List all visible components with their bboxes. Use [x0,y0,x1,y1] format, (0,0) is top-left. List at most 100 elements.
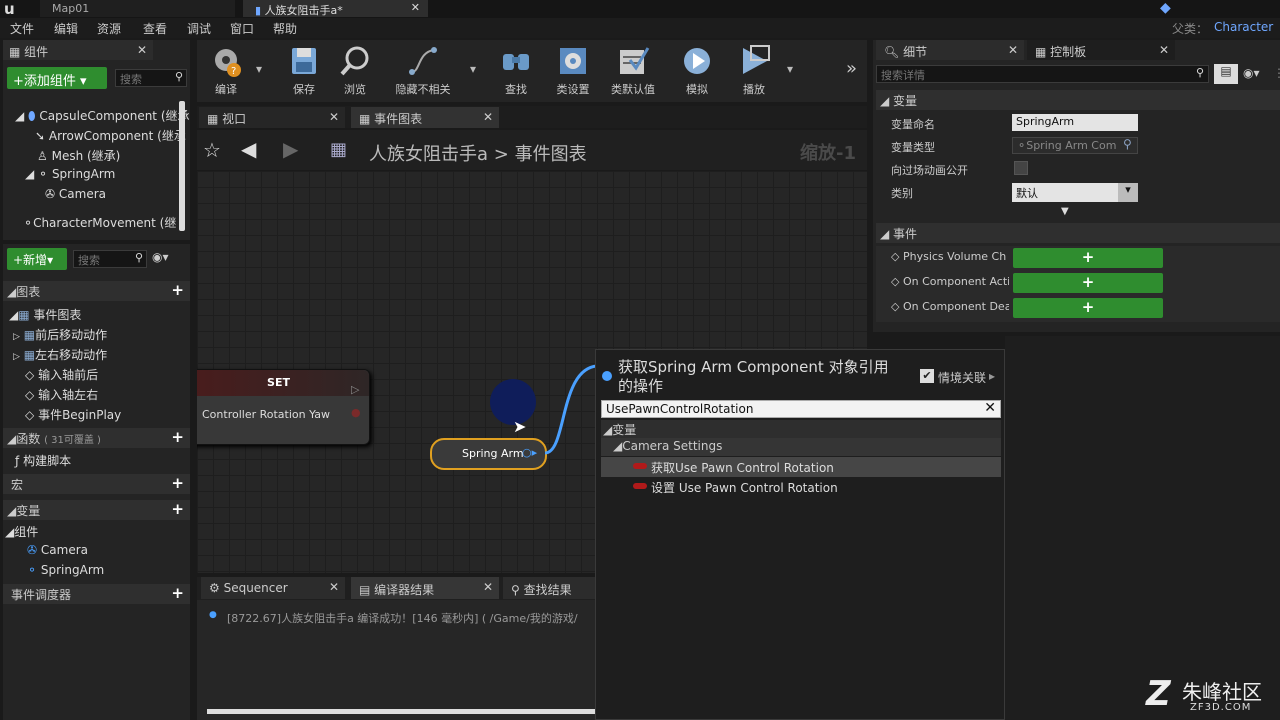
compile-button[interactable]: ? 编译 [197,42,255,98]
class-settings-button[interactable]: 类设置 [544,42,602,98]
tree-item-arrow[interactable]: ➘ ArrowComponent (继承 [35,127,186,144]
tab-blueprint[interactable]: ▮ 人族女阻击手a* ✕ [243,0,428,17]
section-variables[interactable]: ◢变量 + [3,500,190,520]
section-graphs[interactable]: ◢图表 + [3,281,190,301]
close-icon[interactable]: ✕ [483,580,493,594]
section-functions[interactable]: ◢函数 ( 31可覆盖 ) + [3,428,190,448]
breadcrumb-root[interactable]: 人族女阻击手a [369,144,488,165]
menu-edit[interactable]: 编辑 [54,20,78,37]
section-macros[interactable]: 宏 + [3,474,190,494]
property-matrix-icon[interactable]: ▤ [1214,64,1238,84]
source-control-icon[interactable]: ◆ [1160,0,1171,16]
category-camera-settings[interactable]: ◢Camera Settings [601,438,1001,456]
tree-item-movement[interactable]: ⚬CharacterMovement (继 [23,214,176,231]
menu-file[interactable]: 文件 [10,20,34,37]
tree-item-construction[interactable]: ƒ 构建脚本 [15,452,71,469]
eye-icon[interactable]: ◉▾ [152,250,169,264]
back-arrow-icon[interactable]: ◀ [241,137,256,161]
menu-assets[interactable]: 资源 [97,20,121,37]
exec-pin-icon[interactable]: ▷ [351,383,359,396]
tree-item-springarm[interactable]: ◢ ⚬ SpringArm [25,167,115,181]
tree-item-var-springarm[interactable]: ⚬ SpringArm [27,563,104,577]
tree-item-graph-1[interactable]: ▷ ▦左右移动动作 [13,346,107,363]
close-icon[interactable]: ✕ [1008,43,1018,57]
tab-sequencer[interactable]: ⚙ Sequencer ✕ [201,577,345,599]
add-dispatcher-icon[interactable]: + [171,584,184,602]
add-event-button[interactable]: + [1013,273,1163,293]
context-sensitive-checkbox[interactable]: ✔ [920,369,934,383]
close-icon[interactable]: ✕ [329,580,339,594]
add-event-button[interactable]: + [1013,298,1163,318]
tab-details[interactable]: 🔍︎ 细节 ✕ [876,40,1024,60]
tab-find-results[interactable]: ⚲ 查找结果 [503,577,595,599]
tree-item-camera[interactable]: ✇ Camera [45,187,106,201]
expose-cinematics-checkbox[interactable] [1014,161,1028,175]
chevron-down-icon[interactable]: ▾ [787,62,793,76]
add-macro-icon[interactable]: + [171,474,184,492]
object-pin-icon[interactable]: ○▸ [522,446,537,459]
breadcrumb-leaf[interactable]: 事件图表 [515,144,587,165]
tree-item-graph-0[interactable]: ▷ ▦前后移动动作 [13,326,107,343]
more-icon[interactable]: ⋮ [1273,66,1280,80]
find-button[interactable]: 查找 [487,42,545,98]
close-icon[interactable]: ✕ [411,1,420,14]
eye-icon[interactable]: ◉▾ [1243,66,1260,80]
close-icon[interactable]: ✕ [483,110,493,124]
set-node[interactable]: SET ▷ Controller Rotation Yaw ● [197,369,370,445]
action-search-input[interactable]: UsePawnControlRotation ✕ [601,400,1001,418]
new-button[interactable]: +新增▾ [7,248,67,270]
toolbar-overflow-icon[interactable]: » [846,58,857,79]
tree-item-var-camera[interactable]: ✇ Camera [27,543,88,557]
chevron-right-icon[interactable]: ▸ [989,369,995,383]
section-variable[interactable]: ◢ 变量 [876,90,1280,110]
tree-item-graph-3[interactable]: ◇ 输入轴左右 [25,386,98,403]
components-search-input[interactable]: 搜索 ⚲ [115,69,187,87]
tab-map01[interactable]: Map01 [40,0,235,17]
close-icon[interactable]: ✕ [137,43,147,57]
hide-unrelated-button[interactable]: 隐藏不相关 [388,42,458,98]
clear-icon[interactable]: ✕ [984,400,996,416]
var-name-input[interactable]: SpringArm [1012,114,1138,131]
tab-event-graph[interactable]: ▦ 事件图表 ✕ [351,107,499,128]
save-button[interactable]: 保存 [275,42,333,98]
class-defaults-button[interactable]: 类默认值 [604,42,662,98]
star-icon[interactable]: ☆ [203,138,221,162]
tab-palette[interactable]: ▦ 控制板 ✕ [1027,40,1175,60]
close-icon[interactable]: ✕ [1159,43,1169,57]
tree-item-graph-2[interactable]: ◇ 输入轴前后 [25,366,98,383]
section-dispatchers[interactable]: 事件调度器 + [3,584,190,604]
category-dropdown[interactable]: 默认 ▾ [1012,183,1138,202]
var-type-dropdown[interactable]: ⚬Spring Arm Com [1012,137,1138,154]
expand-advanced-icon[interactable]: ▼ [1061,206,1069,217]
add-event-button[interactable]: + [1013,248,1163,268]
horizontal-scrollbar[interactable] [207,709,595,714]
details-search-input[interactable]: 搜索详情 ⚲ [876,65,1209,83]
tab-compiler-results[interactable]: ▤ 编译器结果 ✕ [351,577,499,599]
browse-type-icon[interactable]: ⚲ [1123,137,1132,151]
tab-viewport[interactable]: ▦ 视口 ✕ [199,107,345,128]
tree-item-event-graph[interactable]: ◢▦ 事件图表 [9,306,81,323]
components-tab[interactable]: ▦ 组件 ✕ [3,40,153,60]
add-component-button[interactable]: +添加组件 ▾ [7,67,107,89]
add-variable-icon[interactable]: + [171,500,184,518]
tree-item-components-group[interactable]: ◢组件 [5,523,38,540]
browse-button[interactable]: 浏览 [326,42,384,98]
parent-class-link[interactable]: Character [1214,20,1273,34]
play-button[interactable]: 播放 [725,42,783,98]
add-function-icon[interactable]: + [171,428,184,446]
action-set-use-pawn-control-rotation[interactable]: 设置 Use Pawn Control Rotation [601,477,1001,497]
float-pin-icon[interactable]: ● [351,406,361,419]
tree-item-capsule[interactable]: ◢ ⬮ CapsuleComponent (继承 [15,107,190,124]
menu-help[interactable]: 帮助 [273,20,297,37]
category-variables[interactable]: ◢变量 [601,420,1001,438]
menu-window[interactable]: 窗口 [230,20,254,37]
chevron-down-icon[interactable]: ▾ [470,62,476,76]
close-icon[interactable]: ✕ [329,110,339,124]
menu-view[interactable]: 查看 [143,20,167,37]
forward-arrow-icon[interactable]: ▶ [283,137,298,161]
tree-item-graph-4[interactable]: ◇ 事件BeginPlay [25,406,121,423]
action-get-use-pawn-control-rotation[interactable]: 获取Use Pawn Control Rotation [601,457,1001,477]
menu-debug[interactable]: 调试 [187,20,211,37]
springarm-node[interactable]: Spring Arm ○▸ [430,438,547,470]
simulate-button[interactable]: 模拟 [668,42,726,98]
